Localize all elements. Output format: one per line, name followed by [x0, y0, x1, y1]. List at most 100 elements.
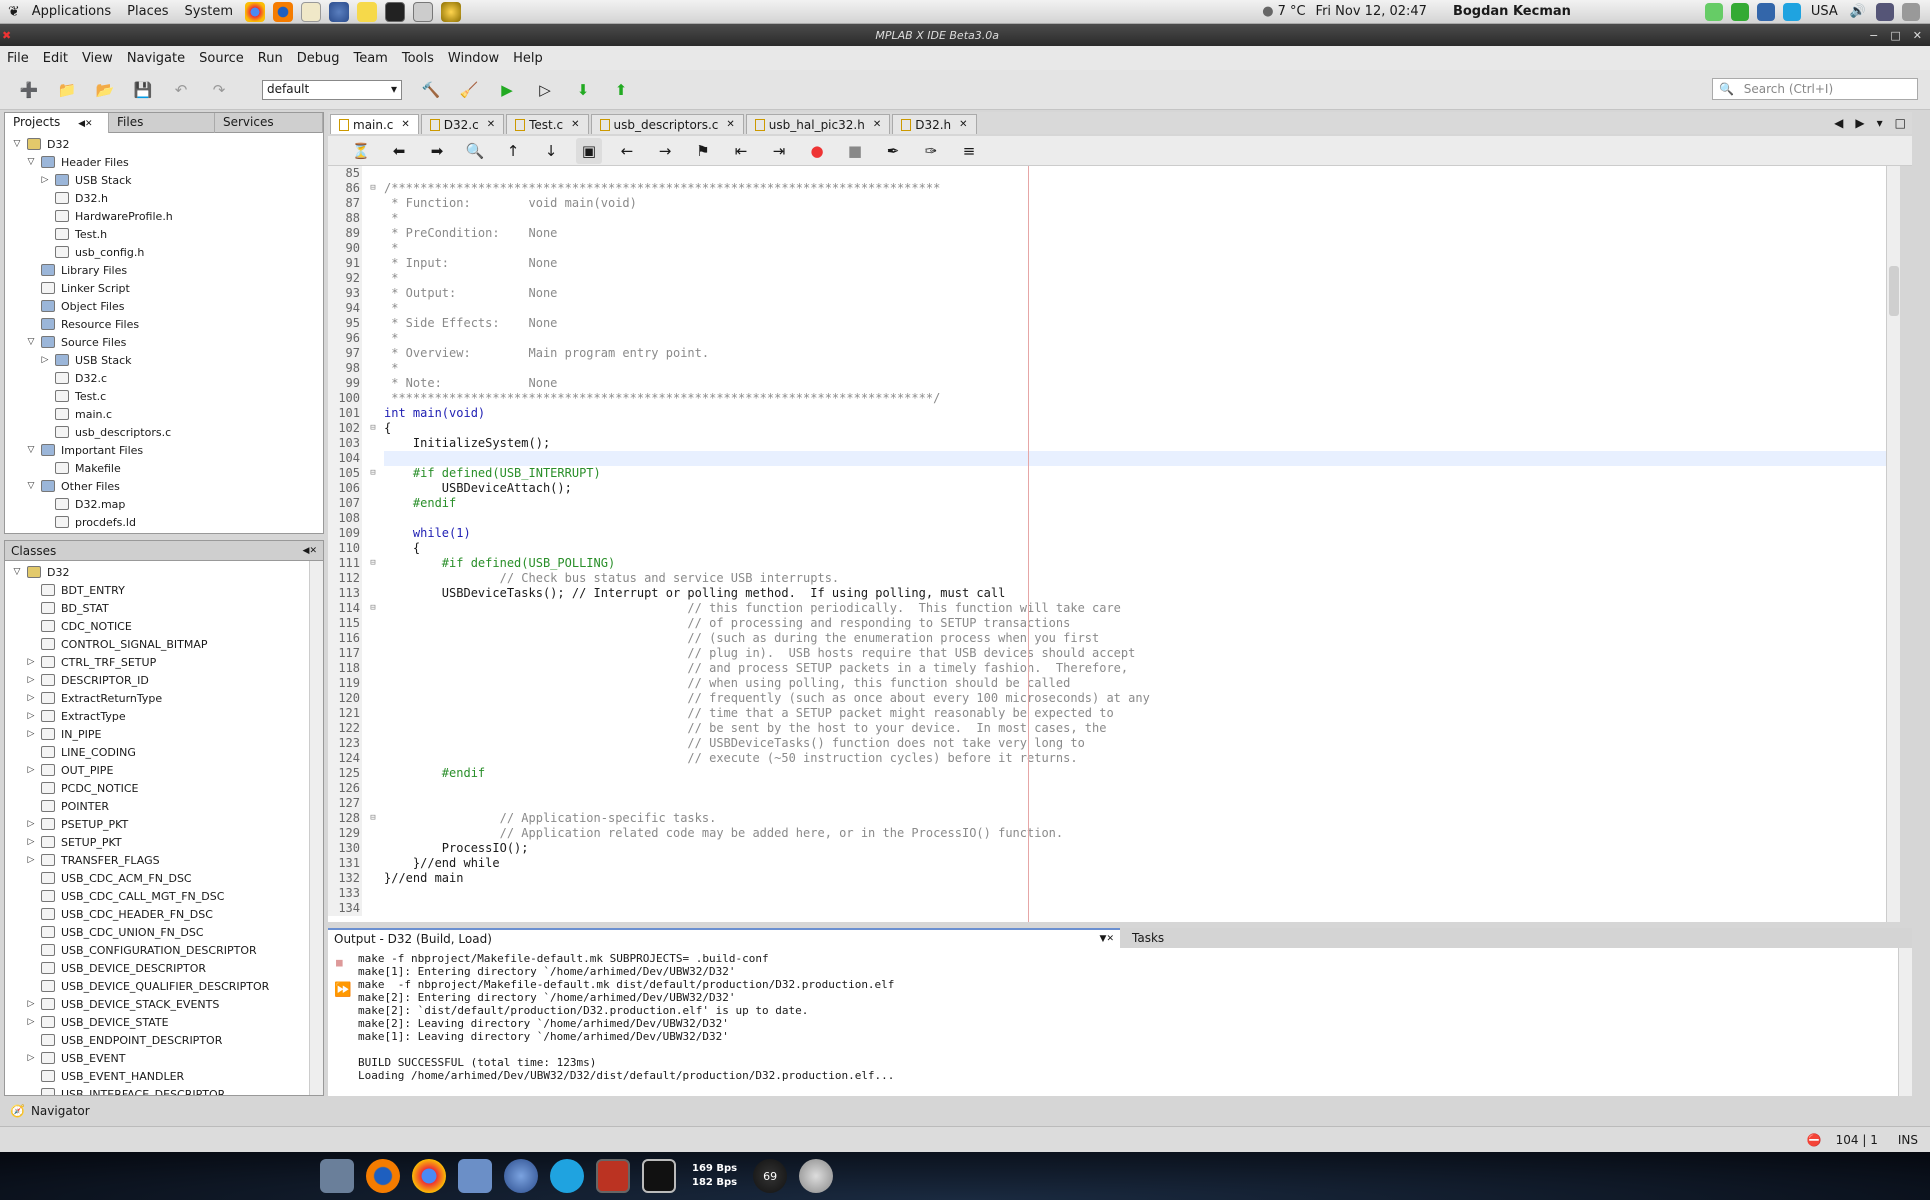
stop-build-icon[interactable]: ■	[336, 956, 343, 969]
expand-toggle-icon[interactable]: ▷	[25, 837, 37, 847]
code-line[interactable]: InitializeSystem();	[384, 436, 1900, 451]
editor-scroll-thumb[interactable]	[1889, 266, 1899, 316]
tree-node[interactable]: ▽ Other Files	[5, 477, 323, 495]
skype-icon[interactable]	[550, 1159, 584, 1193]
tree-node[interactable]: USB_EVENT_HANDLER	[5, 1067, 309, 1085]
maximize-icon[interactable]: □	[1890, 29, 1900, 42]
comment-icon[interactable]: ✒	[880, 138, 906, 164]
editor-tab[interactable]: D32.c ✕	[420, 114, 505, 134]
window-launcher-icon[interactable]	[412, 1, 433, 22]
code-line[interactable]: // frequently (such as once about every …	[384, 691, 1900, 706]
tree-node[interactable]: ▷ OUT_PIPE	[5, 761, 309, 779]
terminal-launcher-icon[interactable]	[384, 1, 405, 22]
output-scrollbar[interactable]	[1898, 948, 1912, 1096]
code-editor[interactable]: 85 86 87 88 89 90 91 92 93 94 95 96 97 98 99 100 101 102 1…	[328, 166, 1900, 922]
firefox-launcher-icon[interactable]	[272, 1, 293, 22]
code-line[interactable]: // be sent by the host to your device. I…	[384, 721, 1900, 736]
tree-node[interactable]: ▽ Header Files	[5, 153, 323, 171]
expand-toggle-icon[interactable]: ▽	[25, 337, 37, 347]
tree-node[interactable]: PCDC_NOTICE	[5, 779, 309, 797]
expand-toggle-icon[interactable]: ▽	[25, 157, 37, 167]
code-line[interactable]: // (such as during the enumeration proce…	[384, 631, 1900, 646]
close-tab-icon[interactable]: ✕	[726, 119, 734, 130]
tree-node[interactable]: USB_CDC_ACM_FN_DSC	[5, 869, 309, 887]
back-icon[interactable]: ⬅	[386, 138, 412, 164]
expand-toggle-icon[interactable]: ▷	[25, 999, 37, 1009]
search-input[interactable]: 🔍 Search (Ctrl+I)	[1712, 78, 1918, 100]
code-line[interactable]: * PreCondition: None	[384, 226, 1900, 241]
code-line[interactable]: *	[384, 211, 1900, 226]
file-manager-icon[interactable]	[320, 1159, 354, 1193]
next-bookmark-icon[interactable]: →	[652, 138, 678, 164]
code-line[interactable]	[384, 511, 1900, 526]
history-icon[interactable]: ⏳	[348, 138, 374, 164]
tree-node[interactable]: USB_CDC_CALL_MGT_FN_DSC	[5, 887, 309, 905]
expand-toggle-icon[interactable]: ▷	[25, 855, 37, 865]
tab-projects[interactable]: Projects ◀✕	[5, 112, 109, 133]
tree-node[interactable]: usb_config.h	[5, 243, 323, 261]
close-icon[interactable]: ✕	[1913, 29, 1922, 42]
menu-window[interactable]: Window	[441, 51, 506, 66]
power-tray-icon[interactable]	[1902, 2, 1920, 21]
code-line[interactable]: // plug in). USB hosts require that USB …	[384, 646, 1900, 661]
code-line[interactable]	[384, 166, 1900, 181]
open-project-icon[interactable]: 📂	[92, 77, 118, 103]
minimize-icon[interactable]: −	[1869, 29, 1878, 42]
tree-node[interactable]: Resource Files	[5, 315, 323, 333]
expand-toggle-icon[interactable]: ▽	[25, 481, 37, 491]
tree-node[interactable]: Makefile	[5, 459, 323, 477]
maximize-editor-icon[interactable]: □	[1895, 116, 1906, 130]
close-tab-icon[interactable]: ✕	[487, 119, 495, 130]
debug-icon[interactable]: ▷	[532, 77, 558, 103]
menu-edit[interactable]: Edit	[36, 51, 75, 66]
new-file-icon[interactable]: ➕	[16, 77, 42, 103]
code-line[interactable]: USBDeviceAttach();	[384, 481, 1900, 496]
code-line[interactable]: #if defined(USB_INTERRUPT)	[384, 466, 1900, 481]
uncomment-icon[interactable]: ✑	[918, 138, 944, 164]
menu-file[interactable]: File	[0, 51, 36, 66]
find-next-icon[interactable]: ↓	[538, 138, 564, 164]
expand-toggle-icon[interactable]: ▷	[25, 1017, 37, 1027]
undo-icon[interactable]: ↶	[168, 77, 194, 103]
code-line[interactable]: // execute (~50 instruction cycles) befo…	[384, 751, 1900, 766]
code-line[interactable]: {	[384, 421, 1900, 436]
tree-node[interactable]: ▽ D32	[5, 135, 323, 153]
volume-icon[interactable]: 🔊	[1850, 4, 1866, 19]
thunderbird-icon[interactable]	[504, 1159, 538, 1193]
navigator-bar[interactable]: 🧭 Navigator	[4, 1100, 324, 1122]
code-line[interactable]: #if defined(USB_POLLING)	[384, 556, 1900, 571]
code-line[interactable]: * Note: None	[384, 376, 1900, 391]
minimize-panel-icon[interactable]: ◀✕	[303, 546, 317, 556]
clock[interactable]: Fri Nov 12, 02:47	[1316, 4, 1427, 19]
tree-node[interactable]: ▷ TRANSFER_FLAGS	[5, 851, 309, 869]
editor-scrollbar[interactable]	[1886, 166, 1900, 922]
expand-toggle-icon[interactable]: ▷	[39, 355, 51, 365]
build-icon[interactable]: 🔨	[418, 77, 444, 103]
code-line[interactable]: *	[384, 301, 1900, 316]
rerun-build-icon[interactable]: ⏩	[334, 982, 351, 998]
tree-node[interactable]: ▷ DESCRIPTOR_ID	[5, 671, 309, 689]
fold-toggle-icon[interactable]: ⊟	[362, 421, 384, 436]
tree-node[interactable]: ▷ USB Stack	[5, 171, 323, 189]
tree-node[interactable]: ▷ USB_EVENT	[5, 1049, 309, 1067]
expand-toggle-icon[interactable]: ▽	[25, 445, 37, 455]
tree-node[interactable]: USB_INTERFACE_DESCRIPTOR	[5, 1085, 309, 1095]
code-line[interactable]: * Function: void main(void)	[384, 196, 1900, 211]
code-line[interactable]: }//end main	[384, 871, 1900, 886]
find-icon[interactable]: 🔍	[462, 138, 488, 164]
output-tab[interactable]: Output - D32 (Build, Load) ▼✕	[328, 928, 1120, 948]
system-menu[interactable]: System	[177, 4, 241, 19]
fold-toggle-icon[interactable]: ⊟	[362, 601, 384, 616]
redo-icon[interactable]: ↷	[206, 77, 232, 103]
code-line[interactable]: *	[384, 271, 1900, 286]
code-line[interactable]	[384, 886, 1900, 901]
diff-icon[interactable]: ≡	[956, 138, 982, 164]
weather-temp[interactable]: 7 °C	[1278, 4, 1306, 19]
output-console[interactable]: ■ ⏩ make -f nbproject/Makefile-default.m…	[328, 948, 1912, 1096]
expand-toggle-icon[interactable]: ▽	[11, 139, 23, 149]
tree-node[interactable]: ▷ ExtractReturnType	[5, 689, 309, 707]
code-line[interactable]: ProcessIO();	[384, 841, 1900, 856]
expand-toggle-icon[interactable]: ▷	[25, 693, 37, 703]
expand-toggle-icon[interactable]: ▷	[25, 1053, 37, 1063]
tree-node[interactable]: ▷ SETUP_PKT	[5, 833, 309, 851]
